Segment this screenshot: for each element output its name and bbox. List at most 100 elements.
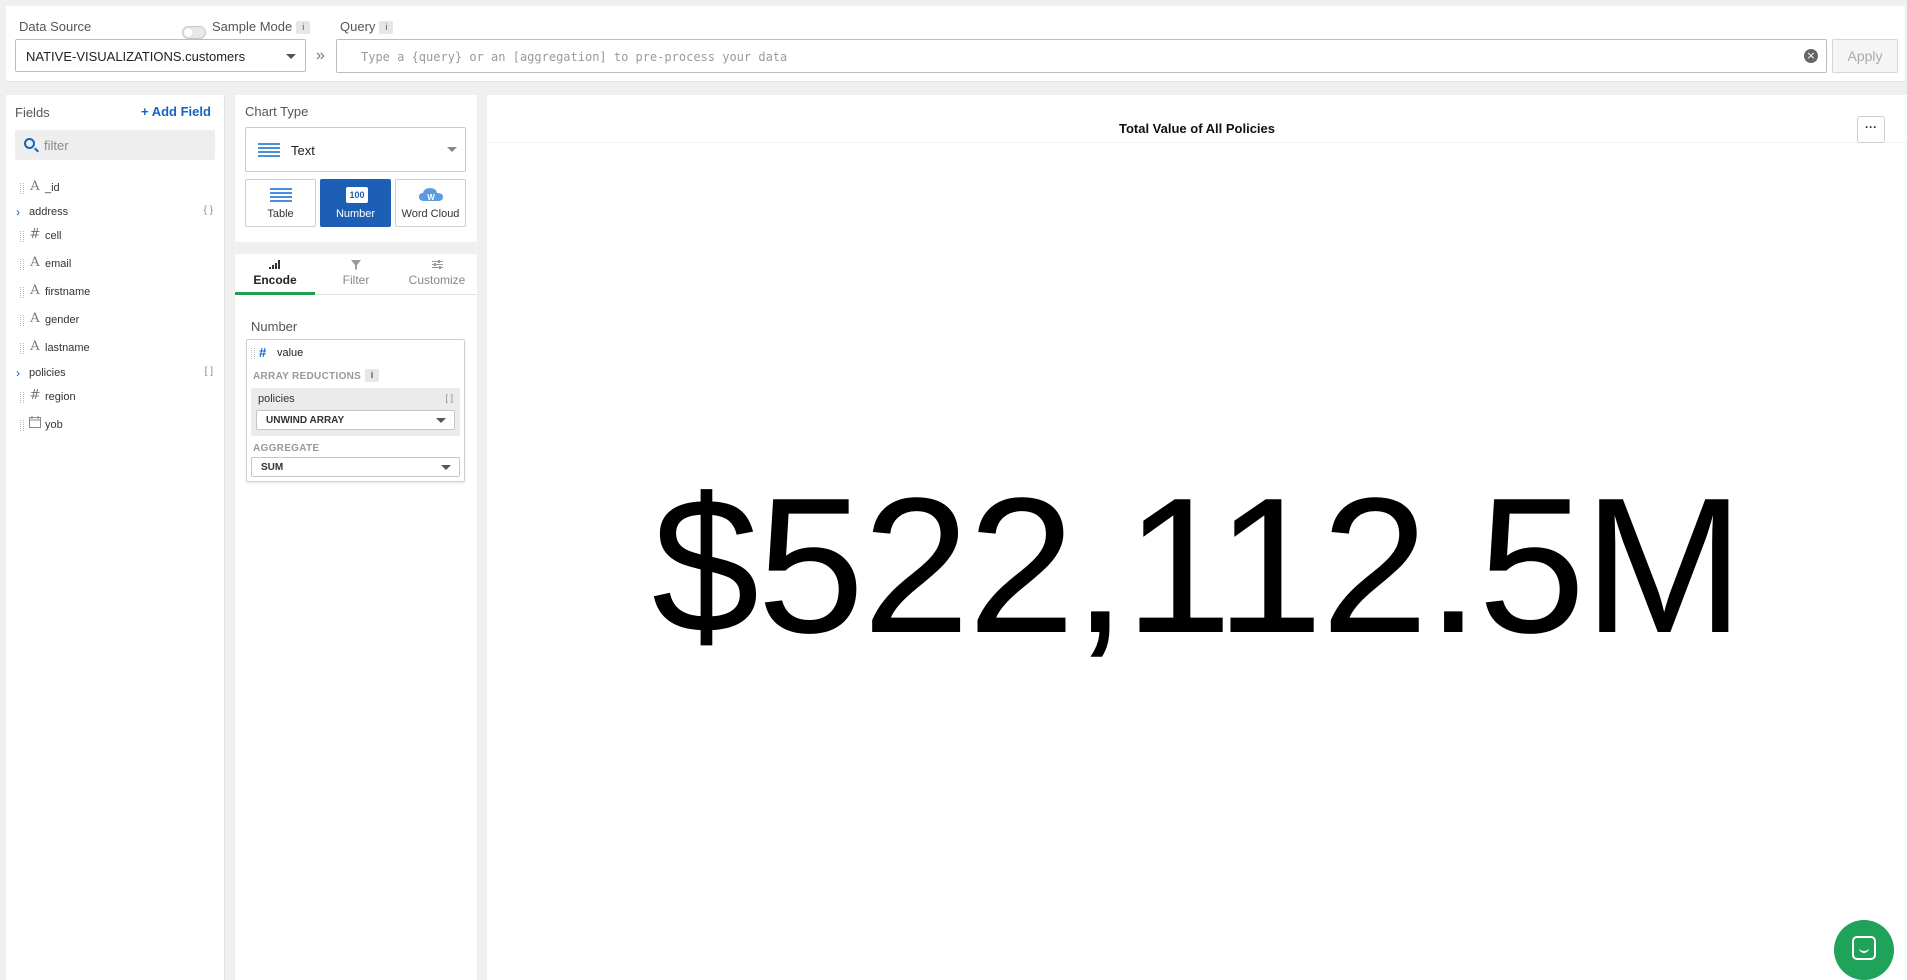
sample-mode-info-icon[interactable]: i	[296, 21, 311, 34]
chat-icon	[1852, 936, 1876, 960]
title-divider	[487, 142, 1907, 143]
pipeline-chevron-icon: »	[316, 47, 325, 64]
svg-text:W: W	[427, 193, 435, 202]
field-name: cell	[45, 230, 62, 242]
chart-title: Total Value of All Policies	[1118, 121, 1276, 136]
chart-number-button[interactable]: 100 Number	[320, 179, 391, 227]
field-name: gender	[45, 314, 80, 326]
chevron-right-icon[interactable]: ›	[16, 366, 20, 380]
field-name: region	[45, 391, 76, 403]
query-info-icon[interactable]: i	[379, 21, 394, 34]
aggregate-label: AGGREGATE	[253, 443, 320, 454]
fields-panel: Fields + Add Field filter A _id › addres…	[6, 95, 225, 980]
field-name: _id	[45, 182, 60, 194]
field-item-lastname[interactable]: A lastname	[6, 338, 225, 362]
drag-handle-icon[interactable]	[20, 392, 24, 403]
field-item-id[interactable]: A _id	[6, 178, 225, 202]
aggregate-select-value: SUM	[261, 462, 284, 473]
drag-handle-icon[interactable]	[251, 348, 255, 359]
fields-title: Fields	[15, 105, 50, 120]
query-label: Query i	[340, 19, 394, 34]
chart-word-cloud-button[interactable]: W Word Cloud	[395, 179, 466, 227]
apply-button[interactable]: Apply	[1832, 39, 1898, 73]
chevron-right-icon[interactable]: ›	[16, 205, 20, 219]
tab-filter[interactable]: Filter	[316, 254, 396, 295]
reduction-field-name: policies	[258, 393, 295, 405]
field-item-cell[interactable]: # cell	[6, 226, 225, 250]
drag-handle-icon[interactable]	[20, 259, 24, 270]
chart-table-button[interactable]: Table	[245, 179, 316, 227]
tab-customize-label: Customize	[408, 273, 466, 287]
data-source-label: Data Source	[19, 19, 92, 34]
string-type-icon: A	[30, 283, 40, 298]
number-type-icon: #	[29, 388, 41, 403]
string-type-icon: A	[30, 179, 40, 194]
field-item-gender[interactable]: A gender	[6, 310, 225, 334]
field-item-email[interactable]: A email	[6, 254, 225, 278]
array-reductions-label: ARRAY REDUCTIONS i	[253, 369, 380, 382]
sample-mode-toggle[interactable]	[182, 26, 206, 39]
field-name: firstname	[45, 286, 91, 298]
search-icon	[24, 138, 35, 149]
chevron-down-icon	[447, 147, 457, 152]
drag-handle-icon[interactable]	[20, 231, 24, 242]
tab-encode[interactable]: Encode	[235, 254, 315, 295]
drag-handle-icon[interactable]	[20, 343, 24, 354]
encoded-field-name: value	[277, 347, 304, 359]
reduction-select[interactable]: UNWIND ARRAY	[256, 410, 455, 430]
table-icon	[270, 188, 292, 202]
chart-canvas: Total Value of All Policies ··· $522,112…	[487, 95, 1907, 980]
chevron-down-icon	[436, 418, 446, 423]
encode-panel: Encode Filter Customize Number # value A…	[235, 254, 477, 980]
chart-button-label: Table	[267, 208, 294, 220]
string-type-icon: A	[30, 311, 40, 326]
data-source-select[interactable]: NATIVE-VISUALIZATIONS.customers	[15, 39, 306, 72]
field-filter-input[interactable]: filter	[15, 130, 215, 160]
field-item-region[interactable]: # region	[6, 387, 225, 411]
calendar-icon	[29, 416, 41, 432]
field-item-yob[interactable]: yob	[6, 415, 225, 439]
more-options-button[interactable]: ···	[1857, 116, 1885, 143]
tab-encode-label: Encode	[253, 273, 297, 287]
string-type-icon: A	[30, 339, 40, 354]
array-type-icon: [ ]	[204, 366, 213, 377]
chart-type-select[interactable]: Text	[245, 127, 466, 172]
text-chart-icon	[258, 143, 280, 157]
clear-query-icon[interactable]: ×	[1804, 49, 1818, 63]
chat-button[interactable]	[1834, 920, 1894, 980]
field-name: address	[29, 206, 69, 218]
drag-handle-icon[interactable]	[20, 315, 24, 326]
query-input[interactable]: Type a {query} or an [aggregation] to pr…	[336, 39, 1827, 73]
sliders-icon	[397, 260, 477, 272]
tab-customize[interactable]: Customize	[397, 254, 477, 295]
number-type-icon: #	[29, 227, 41, 242]
number-channel-card[interactable]: # value ARRAY REDUCTIONS i policies [ ] U…	[246, 339, 465, 482]
drag-handle-icon[interactable]	[20, 420, 24, 431]
chart-button-label: Word Cloud	[401, 208, 460, 220]
string-type-icon: A	[30, 255, 40, 270]
field-name: yob	[45, 419, 63, 431]
number-type-icon: #	[259, 345, 267, 360]
query-placeholder: Type a {query} or an [aggregation] to pr…	[361, 50, 788, 64]
field-item-address[interactable]: › address { }	[6, 202, 225, 226]
chevron-down-icon	[441, 465, 451, 470]
drag-handle-icon[interactable]	[20, 183, 24, 194]
aggregate-select[interactable]: SUM	[251, 457, 460, 477]
array-type-icon: [ ]	[445, 393, 453, 403]
drag-handle-icon[interactable]	[20, 287, 24, 298]
array-reductions-info-icon[interactable]: i	[365, 369, 380, 382]
field-item-firstname[interactable]: A firstname	[6, 282, 225, 306]
field-item-policies[interactable]: › policies [ ]	[6, 363, 225, 387]
tab-filter-label: Filter	[342, 273, 370, 287]
object-type-icon: { }	[203, 205, 213, 216]
bar-chart-icon	[235, 260, 315, 272]
number-channel-label: Number	[251, 319, 298, 334]
array-reduction-box: policies [ ] UNWIND ARRAY	[251, 388, 460, 436]
add-field-button[interactable]: + Add Field	[141, 104, 211, 119]
chart-type-panel: Chart Type Text Table 100 Number W Word …	[235, 95, 477, 242]
data-source-value: NATIVE-VISUALIZATIONS.customers	[26, 49, 246, 64]
sample-mode-label: Sample Mode i	[212, 19, 311, 34]
chevron-down-icon	[286, 54, 296, 59]
chart-button-label: Number	[335, 208, 376, 220]
number-chart-value: $522,112.5M	[651, 457, 1744, 673]
